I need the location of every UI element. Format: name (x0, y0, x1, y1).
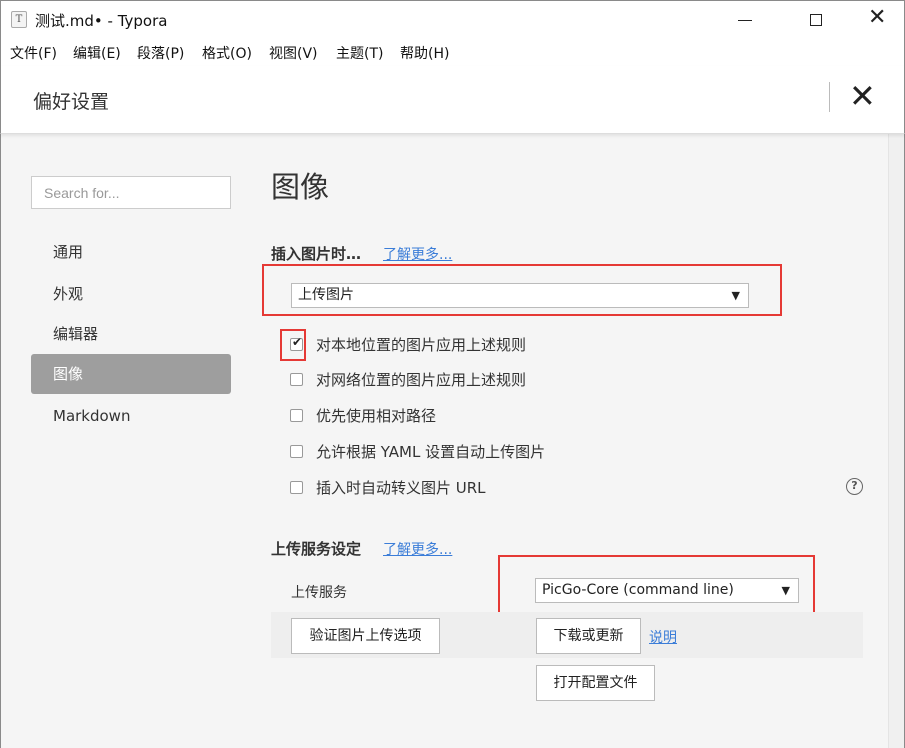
close-window-button[interactable]: ✕ (853, 1, 901, 39)
menu-edit[interactable]: 编辑(E) (73, 43, 121, 63)
sidebar-item-editor[interactable]: 编辑器 (31, 314, 231, 354)
sidebar-item-label: 编辑器 (53, 325, 99, 343)
window-title: 测试.md• - Typora (35, 12, 168, 30)
learn-more-link[interactable]: 了解更多... (383, 539, 452, 559)
upload-service-group-title: 上传服务设定 (271, 540, 362, 558)
select-value: 上传图片 (298, 287, 354, 303)
checkbox-yaml-upload[interactable] (290, 445, 303, 458)
dropdown-arrow-icon: ▼ (731, 289, 740, 302)
preferences-header: 偏好设置 ✕ (0, 66, 905, 134)
typora-app-icon: T (11, 11, 27, 28)
checkbox-label: 插入时自动转义图片 URL (316, 479, 486, 497)
checkbox-relative-path[interactable] (290, 409, 303, 422)
sidebar-item-label: Markdown (53, 407, 131, 425)
menu-theme[interactable]: 主题(T) (336, 43, 383, 63)
learn-more-link[interactable]: 了解更多... (383, 244, 452, 264)
dropdown-arrow-icon: ▼ (781, 584, 790, 597)
insert-image-group-title: 插入图片时… (271, 245, 362, 263)
minimize-icon (738, 20, 752, 21)
verify-upload-button[interactable]: 验证图片上传选项 (291, 618, 440, 654)
section-title: 图像 (271, 170, 330, 204)
title-bar: T 测试.md• - Typora ✕ (0, 0, 905, 38)
menu-format[interactable]: 格式(O) (202, 43, 252, 63)
checkbox-apply-network[interactable] (290, 373, 303, 386)
search-input[interactable] (31, 176, 231, 209)
menu-file[interactable]: 文件(F) (10, 43, 57, 63)
checkbox-escape-url[interactable] (290, 481, 303, 494)
upload-service-label: 上传服务 (291, 585, 347, 601)
sidebar-item-label: 外观 (53, 285, 84, 303)
sidebar-item-image[interactable]: 图像 (31, 354, 231, 394)
upload-service-select[interactable]: PicGo-Core (command line) ▼ (535, 578, 799, 603)
checkbox-label: 优先使用相对路径 (316, 407, 437, 425)
menu-view[interactable]: 视图(V) (269, 43, 318, 63)
insert-image-select[interactable]: 上传图片 ▼ (291, 283, 749, 308)
preferences-close-button[interactable]: ✕ (849, 80, 876, 112)
checkbox-apply-local[interactable]: ✔ (290, 335, 303, 351)
download-update-button[interactable]: 下载或更新 (536, 618, 641, 654)
checkbox-label: 允许根据 YAML 设置自动上传图片 (316, 443, 546, 461)
preferences-title: 偏好设置 (33, 91, 110, 113)
checkbox-label: 对本地位置的图片应用上述规则 (316, 336, 527, 354)
header-divider (829, 82, 830, 112)
checkmark-icon: ✔ (292, 335, 303, 349)
sidebar-item-markdown[interactable]: Markdown (31, 396, 231, 436)
help-icon[interactable]: ? (846, 478, 863, 495)
maximize-button[interactable] (792, 1, 840, 39)
sidebar-item-label: 通用 (53, 243, 84, 261)
checkbox-label: 对网络位置的图片应用上述规则 (316, 371, 527, 389)
select-value: PicGo-Core (command line) (542, 582, 734, 598)
sidebar-item-appearance[interactable]: 外观 (31, 274, 231, 314)
menu-paragraph[interactable]: 段落(P) (137, 43, 184, 63)
scrollbar[interactable] (888, 134, 904, 748)
close-icon: ✕ (868, 5, 887, 30)
minimize-button[interactable] (721, 1, 769, 39)
menu-bar: 文件(F) 编辑(E) 段落(P) 格式(O) 视图(V) 主题(T) 帮助(H… (0, 38, 905, 66)
close-icon: ✕ (849, 77, 876, 115)
explain-link[interactable]: 说明 (649, 627, 677, 647)
maximize-icon (810, 14, 822, 26)
sidebar-item-general[interactable]: 通用 (31, 232, 231, 272)
menu-help[interactable]: 帮助(H) (400, 43, 449, 63)
open-config-file-button[interactable]: 打开配置文件 (536, 665, 655, 701)
sidebar-item-label: 图像 (53, 365, 84, 383)
